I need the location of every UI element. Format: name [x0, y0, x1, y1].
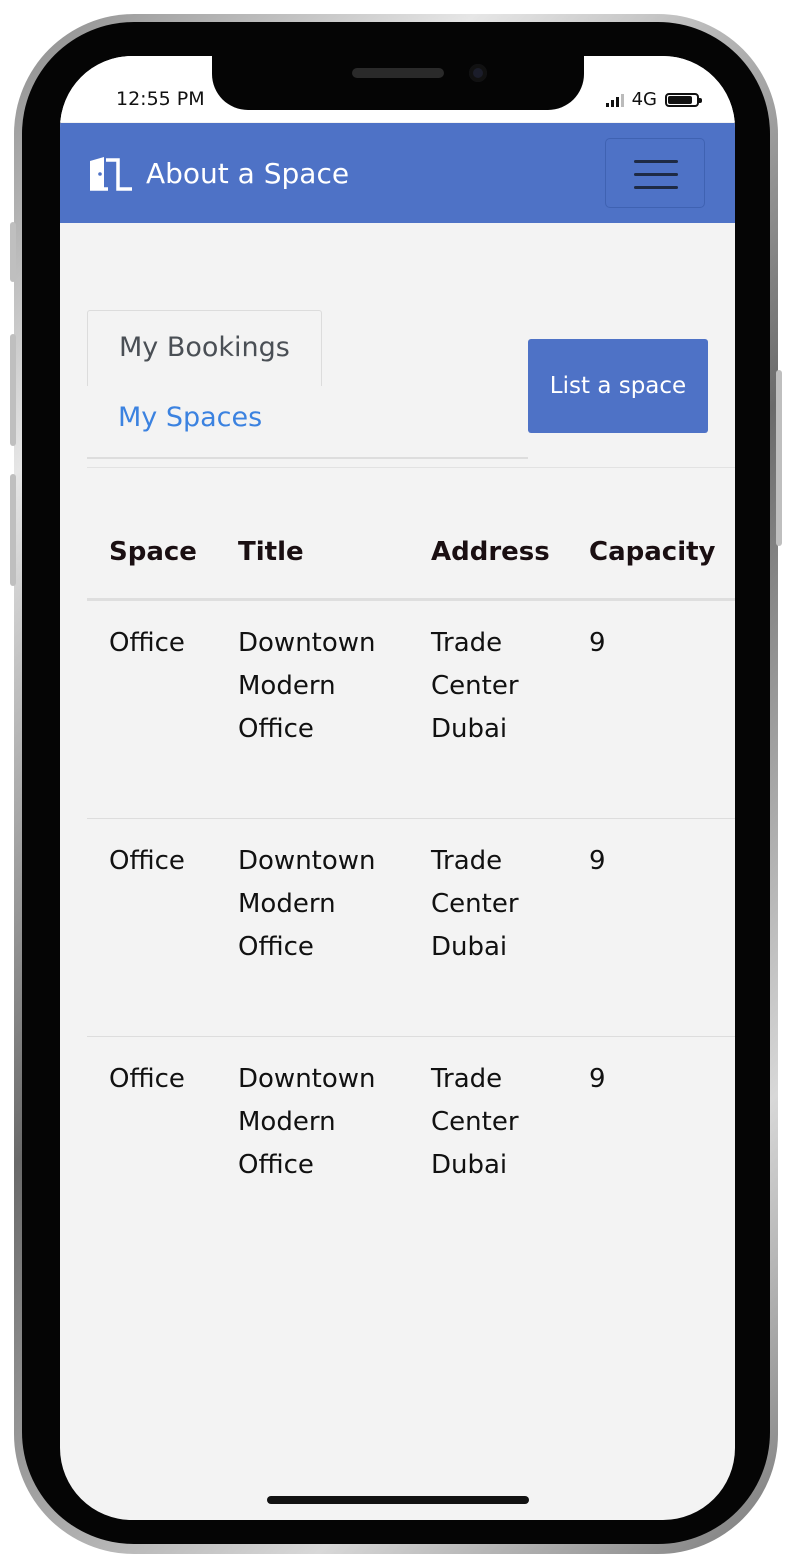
cell-capacity: 9: [589, 628, 606, 658]
hamburger-line: [634, 186, 678, 189]
status-bar: 12:55 PM 4G: [60, 56, 735, 122]
table-header-divider: [87, 598, 735, 601]
tab-label: My Bookings: [119, 332, 290, 363]
hamburger-icon: [634, 160, 678, 163]
cell-capacity: 9: [589, 1064, 606, 1094]
cell-space: Office: [109, 628, 185, 658]
header-title: Title: [238, 537, 304, 567]
menu-toggle-button[interactable]: [605, 138, 705, 208]
cell-address: Trade Center Dubai: [431, 628, 519, 744]
list-space-label: List a space: [549, 373, 687, 399]
screen: 12:55 PM 4G About a Space My Bookings My…: [60, 56, 735, 1520]
signal-icon: [605, 93, 624, 107]
row-divider: [87, 818, 735, 819]
header-capacity: Capacity: [589, 537, 716, 567]
door-icon[interactable]: [88, 155, 134, 191]
front-camera: [469, 64, 487, 82]
hamburger-line: [634, 173, 678, 176]
battery-icon: [665, 92, 702, 107]
notch: [212, 56, 584, 110]
brand-title[interactable]: About a Space: [146, 157, 349, 190]
volume-up-button: [10, 334, 16, 446]
silent-switch: [10, 222, 16, 282]
status-time: 12:55 PM: [116, 88, 205, 110]
tab-divider: [87, 457, 528, 459]
status-indicators: 4G: [605, 89, 702, 110]
cell-title: Downtown Modern Office: [238, 628, 376, 744]
speaker: [352, 68, 444, 78]
header-space: Space: [109, 537, 197, 567]
list-space-button[interactable]: List a space: [528, 339, 708, 433]
cell-title: Downtown Modern Office: [238, 846, 376, 962]
tab-my-spaces[interactable]: My Spaces: [118, 402, 262, 433]
cell-space: Office: [109, 1064, 185, 1094]
cell-address: Trade Center Dubai: [431, 846, 519, 962]
volume-down-button: [10, 474, 16, 586]
network-label: 4G: [631, 89, 657, 110]
cell-title: Downtown Modern Office: [238, 1064, 376, 1180]
row-divider: [87, 1036, 735, 1037]
cell-address: Trade Center Dubai: [431, 1064, 519, 1180]
cell-capacity: 9: [589, 846, 606, 876]
tab-my-bookings[interactable]: My Bookings: [87, 310, 322, 386]
home-indicator[interactable]: [267, 1496, 529, 1504]
power-button: [776, 370, 782, 546]
navbar: About a Space: [60, 123, 735, 223]
section-divider: [87, 467, 735, 468]
header-address: Address: [431, 537, 550, 567]
cell-space: Office: [109, 846, 185, 876]
